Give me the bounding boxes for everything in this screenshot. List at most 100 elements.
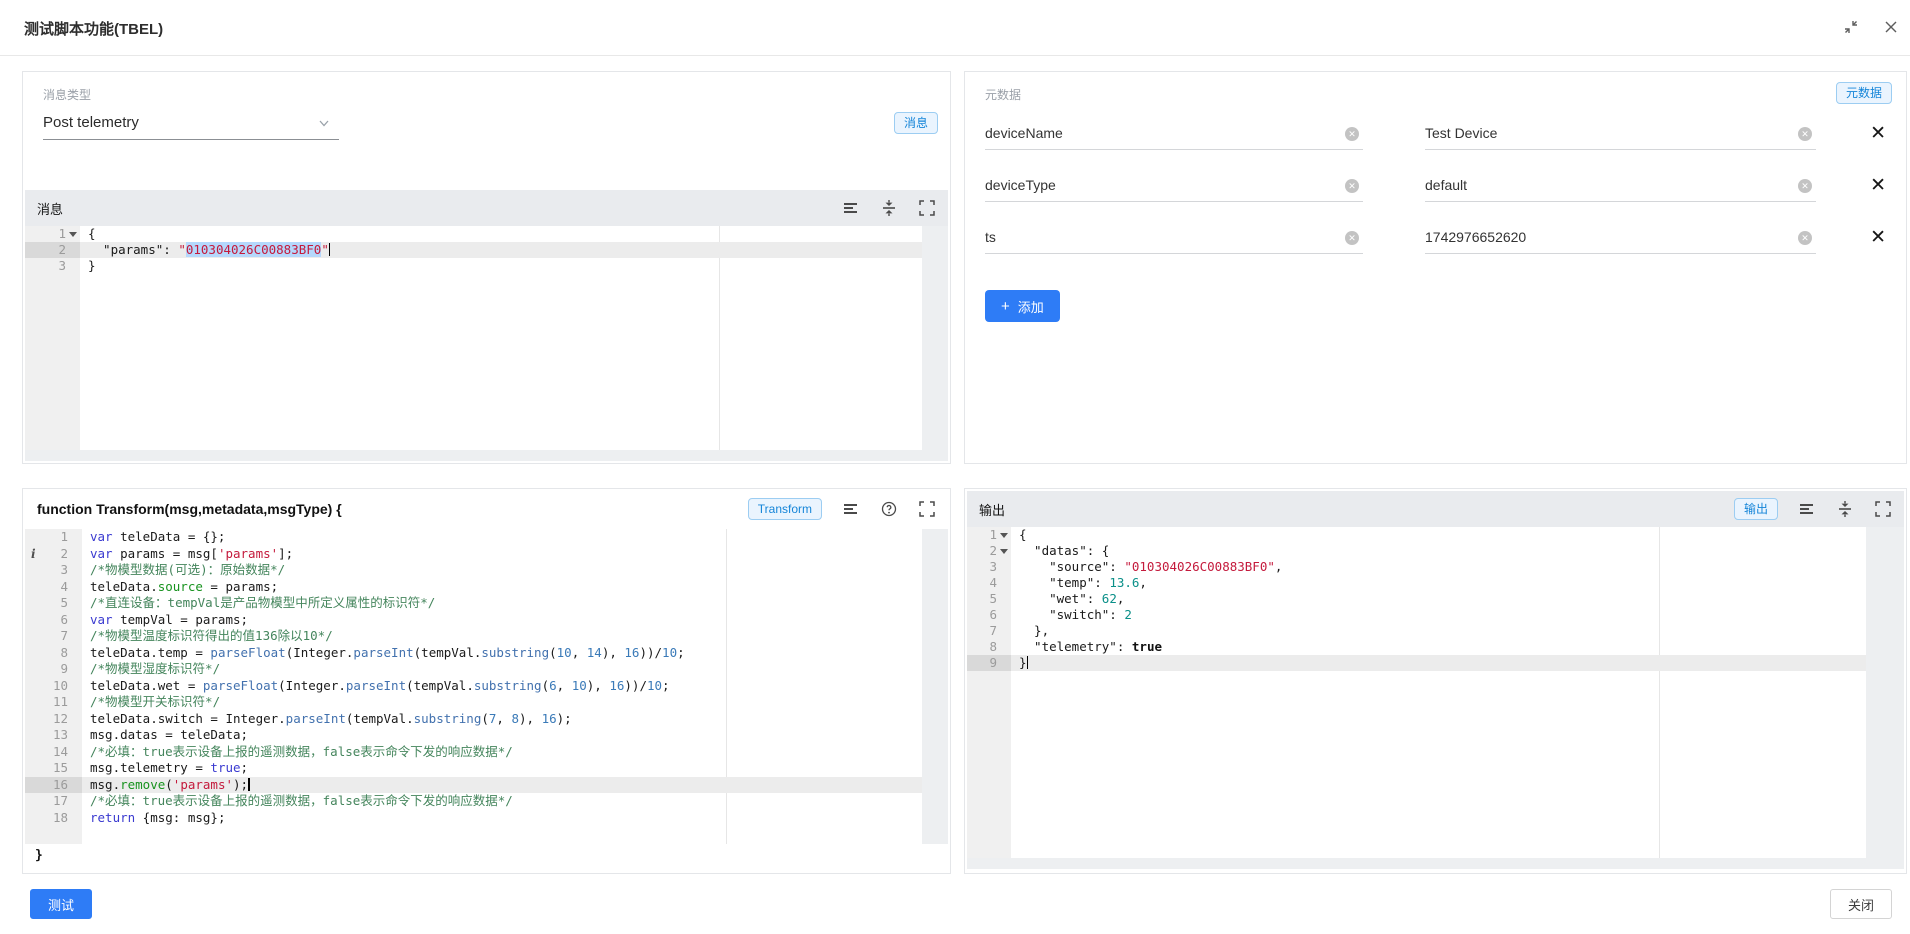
- help-icon[interactable]: [880, 500, 898, 518]
- code-text[interactable]: teleData.wet = parseFloat(Integer.parseI…: [82, 678, 922, 695]
- metadata-badge[interactable]: 元数据: [1836, 82, 1892, 104]
- fullscreen-icon[interactable]: [1874, 500, 1892, 518]
- fold-arrow-icon[interactable]: [1000, 549, 1008, 554]
- output-badge[interactable]: 输出: [1734, 498, 1778, 520]
- code-line[interactable]: 14/*必填：true表示设备上报的遥测数据，false表示命令下发的响应数据*…: [25, 744, 922, 761]
- code-text[interactable]: /*必填：true表示设备上报的遥测数据，false表示命令下发的响应数据*/: [82, 744, 922, 761]
- code-text[interactable]: /*物模型开关标识符*/: [82, 694, 922, 711]
- code-line[interactable]: 12teleData.switch = Integer.parseInt(tem…: [25, 711, 922, 728]
- test-button[interactable]: 测试: [30, 889, 92, 919]
- code-line[interactable]: 6var tempVal = params;: [25, 612, 922, 629]
- scrollbar-track[interactable]: [922, 226, 948, 461]
- code-line[interactable]: 3/*物模型数据(可选)：原始数据*/: [25, 562, 922, 579]
- format-icon[interactable]: [842, 500, 860, 518]
- code-line[interactable]: 7/*物模型温度标识符得出的值136除以10*/: [25, 628, 922, 645]
- code-line[interactable]: 10teleData.wet = parseFloat(Integer.pars…: [25, 678, 922, 695]
- code-text[interactable]: }: [80, 258, 922, 274]
- code-line[interactable]: 2ivar params = msg['params'];: [25, 546, 922, 563]
- code-text[interactable]: teleData.switch = Integer.parseInt(tempV…: [82, 711, 922, 728]
- delete-row-button[interactable]: ✕: [1870, 225, 1886, 251]
- code-text[interactable]: {: [1011, 527, 1866, 543]
- scrollbar-track[interactable]: [967, 858, 1904, 869]
- code-line[interactable]: 1var teleData = {};: [25, 529, 922, 546]
- code-line[interactable]: 4 "temp": 13.6,: [967, 575, 1866, 591]
- code-line[interactable]: 9}: [967, 655, 1866, 671]
- code-text[interactable]: msg.datas = teleData;: [82, 727, 922, 744]
- vertical-align-icon[interactable]: [1836, 500, 1854, 518]
- code-line[interactable]: 2 "params": "010304026C00883BF0": [25, 242, 922, 258]
- metadata-value-input[interactable]: [1425, 170, 1790, 200]
- code-line[interactable]: 3}: [25, 258, 922, 274]
- close-button[interactable]: 关闭: [1830, 889, 1892, 919]
- fullscreen-exit-icon[interactable]: [1836, 12, 1866, 42]
- code-line[interactable]: 6 "switch": 2: [967, 607, 1866, 623]
- code-line[interactable]: 8teleData.temp = parseFloat(Integer.pars…: [25, 645, 922, 662]
- code-line[interactable]: 7 },: [967, 623, 1866, 639]
- fold-arrow-icon[interactable]: [1000, 533, 1008, 538]
- clear-circle-icon[interactable]: ✕: [1798, 231, 1812, 245]
- code-text[interactable]: },: [1011, 623, 1866, 639]
- code-text[interactable]: "datas": {: [1011, 543, 1866, 559]
- code-text[interactable]: var teleData = {};: [82, 529, 922, 546]
- fullscreen-icon[interactable]: [918, 199, 936, 217]
- delete-row-button[interactable]: ✕: [1870, 173, 1886, 199]
- transform-badge[interactable]: Transform: [748, 498, 822, 520]
- code-line[interactable]: 4teleData.source = params;: [25, 579, 922, 596]
- output-code-area[interactable]: 1{2 "datas": {3 "source": "010304026C008…: [967, 527, 1904, 869]
- format-icon[interactable]: [1798, 500, 1816, 518]
- fold-arrow-icon[interactable]: [69, 232, 77, 237]
- code-line[interactable]: 15msg.telemetry = true;: [25, 760, 922, 777]
- scrollbar-track[interactable]: [1866, 527, 1904, 869]
- code-text[interactable]: /*物模型数据(可选)：原始数据*/: [82, 562, 922, 579]
- code-text[interactable]: /*必填：true表示设备上报的遥测数据，false表示命令下发的响应数据*/: [82, 793, 922, 810]
- code-text[interactable]: "telemetry": true: [1011, 639, 1866, 655]
- code-line[interactable]: 13msg.datas = teleData;: [25, 727, 922, 744]
- metadata-key-input[interactable]: [985, 222, 1337, 252]
- clear-circle-icon[interactable]: ✕: [1798, 179, 1812, 193]
- code-line[interactable]: 8 "telemetry": true: [967, 639, 1866, 655]
- metadata-value-input[interactable]: [1425, 222, 1790, 252]
- fullscreen-icon[interactable]: [918, 500, 936, 518]
- format-icon[interactable]: [842, 199, 860, 217]
- code-text[interactable]: var params = msg['params'];: [82, 546, 922, 563]
- code-line[interactable]: 18return {msg: msg};: [25, 810, 922, 827]
- code-text[interactable]: /*直连设备：tempVal是产品物模型中所定义属性的标识符*/: [82, 595, 922, 612]
- clear-circle-icon[interactable]: ✕: [1798, 127, 1812, 141]
- code-line[interactable]: 5 "wet": 62,: [967, 591, 1866, 607]
- code-text[interactable]: {: [80, 226, 922, 242]
- delete-row-button[interactable]: ✕: [1870, 121, 1886, 147]
- scrollbar-track[interactable]: [25, 450, 948, 461]
- message-type-select[interactable]: Post telemetry: [43, 108, 339, 140]
- code-line[interactable]: 1{: [25, 226, 922, 242]
- clear-circle-icon[interactable]: ✕: [1345, 231, 1359, 245]
- code-text[interactable]: teleData.temp = parseFloat(Integer.parse…: [82, 645, 922, 662]
- code-text[interactable]: return {msg: msg};: [82, 810, 922, 827]
- close-icon[interactable]: [1876, 12, 1906, 42]
- code-text[interactable]: "switch": 2: [1011, 607, 1866, 623]
- clear-circle-icon[interactable]: ✕: [1345, 127, 1359, 141]
- metadata-key-input[interactable]: [985, 118, 1337, 148]
- vertical-align-icon[interactable]: [880, 199, 898, 217]
- message-code-area[interactable]: 1{2 "params": "010304026C00883BF0"3}: [25, 226, 948, 461]
- code-line[interactable]: 5/*直连设备：tempVal是产品物模型中所定义属性的标识符*/: [25, 595, 922, 612]
- code-text[interactable]: /*物模型温度标识符得出的值136除以10*/: [82, 628, 922, 645]
- code-text[interactable]: "source": "010304026C00883BF0",: [1011, 559, 1866, 575]
- code-text[interactable]: "wet": 62,: [1011, 591, 1866, 607]
- code-line[interactable]: 11/*物模型开关标识符*/: [25, 694, 922, 711]
- code-line[interactable]: 3 "source": "010304026C00883BF0",: [967, 559, 1866, 575]
- code-text[interactable]: var tempVal = params;: [82, 612, 922, 629]
- code-text[interactable]: /*物模型湿度标识符*/: [82, 661, 922, 678]
- code-line[interactable]: 1{: [967, 527, 1866, 543]
- code-text[interactable]: msg.remove('params');: [82, 777, 922, 794]
- code-text[interactable]: teleData.source = params;: [82, 579, 922, 596]
- code-text[interactable]: msg.telemetry = true;: [82, 760, 922, 777]
- code-text[interactable]: "temp": 13.6,: [1011, 575, 1866, 591]
- clear-circle-icon[interactable]: ✕: [1345, 179, 1359, 193]
- add-metadata-button[interactable]: + 添加: [985, 290, 1060, 322]
- code-line[interactable]: 16msg.remove('params');: [25, 777, 922, 794]
- code-line[interactable]: 9/*物模型湿度标识符*/: [25, 661, 922, 678]
- code-line[interactable]: 2 "datas": {: [967, 543, 1866, 559]
- metadata-value-input[interactable]: [1425, 118, 1790, 148]
- code-text[interactable]: "params": "010304026C00883BF0": [80, 242, 922, 258]
- message-badge[interactable]: 消息: [894, 112, 938, 134]
